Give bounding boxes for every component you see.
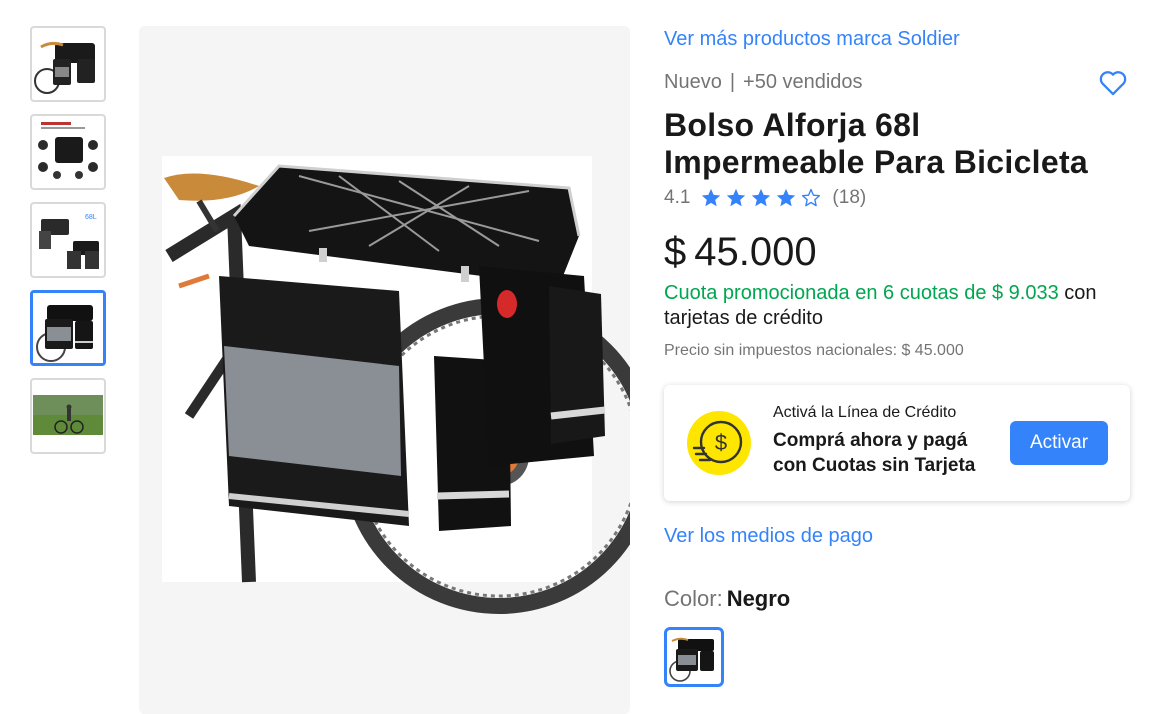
thumbnail-5[interactable] xyxy=(30,378,106,454)
color-swatch-negro[interactable] xyxy=(664,627,724,687)
thumbnail-2[interactable] xyxy=(30,114,106,190)
price: $ 45.000 xyxy=(664,229,1130,275)
installments-promo: Cuota promocionada en 6 cuotas de $ 9.03… xyxy=(664,282,1059,304)
thumbnail-3[interactable]: 68L xyxy=(30,202,106,278)
star-full-icon xyxy=(752,188,771,207)
heart-icon xyxy=(1099,71,1127,96)
star-full-icon xyxy=(702,188,721,207)
credit-text: Activá la Línea de Crédito Comprá ahora … xyxy=(773,402,993,478)
product-main-image[interactable] xyxy=(139,26,630,714)
brand-link[interactable]: Ver más productos marca Soldier xyxy=(664,26,1130,52)
credit-line-card: $ Activá la Línea de Crédito Comprá ahor… xyxy=(664,385,1130,501)
svg-text:68L: 68L xyxy=(85,214,97,221)
thumbnail-1[interactable] xyxy=(30,26,106,102)
color-row: Color: Negro xyxy=(664,585,1130,613)
condition-row: Nuevo | +50 vendidos xyxy=(664,69,1130,96)
star-full-icon xyxy=(727,188,746,207)
price-amount: 45.000 xyxy=(694,230,817,274)
product-info: Ver más productos marca Soldier Nuevo | +5… xyxy=(664,26,1130,687)
review-count: (18) xyxy=(832,187,867,208)
rating-value: 4.1 xyxy=(664,187,691,208)
thumbnail-4-selected[interactable] xyxy=(30,290,106,366)
installments-info: Cuota promocionada en 6 cuotas de $ 9.03… xyxy=(664,281,1130,331)
condition-label: Nuevo xyxy=(664,71,722,93)
price-currency: $ xyxy=(664,230,687,274)
activate-button[interactable]: Activar xyxy=(1010,421,1108,465)
favorite-button[interactable] xyxy=(1096,65,1130,99)
star-empty-icon xyxy=(802,188,821,207)
tax-note: Precio sin impuestos nacionales: $ 45.00… xyxy=(664,342,964,359)
product-title: Bolso Alforja 68l Impermeable Para Bicic… xyxy=(664,107,1089,180)
color-swatch-image xyxy=(668,631,720,683)
rating-row[interactable]: 4.1 (18) xyxy=(664,185,1130,211)
credit-main-text: Comprá ahora y pagá con Cuotas sin Tarje… xyxy=(773,430,976,476)
condition-separator: | xyxy=(729,71,736,93)
star-full-icon xyxy=(777,188,796,207)
coin-dollar-icon: $ xyxy=(687,411,751,475)
color-value: Negro xyxy=(726,586,791,611)
rating-stars xyxy=(700,187,822,209)
color-label: Color: xyxy=(664,586,723,611)
sold-count: +50 vendidos xyxy=(743,71,863,93)
credit-subtitle: Activá la Línea de Crédito xyxy=(773,404,957,421)
thumbnail-gallery: 68L xyxy=(30,26,106,466)
payment-methods-link[interactable]: Ver los medios de pago xyxy=(664,523,1130,549)
svg-text:$: $ xyxy=(715,430,727,455)
